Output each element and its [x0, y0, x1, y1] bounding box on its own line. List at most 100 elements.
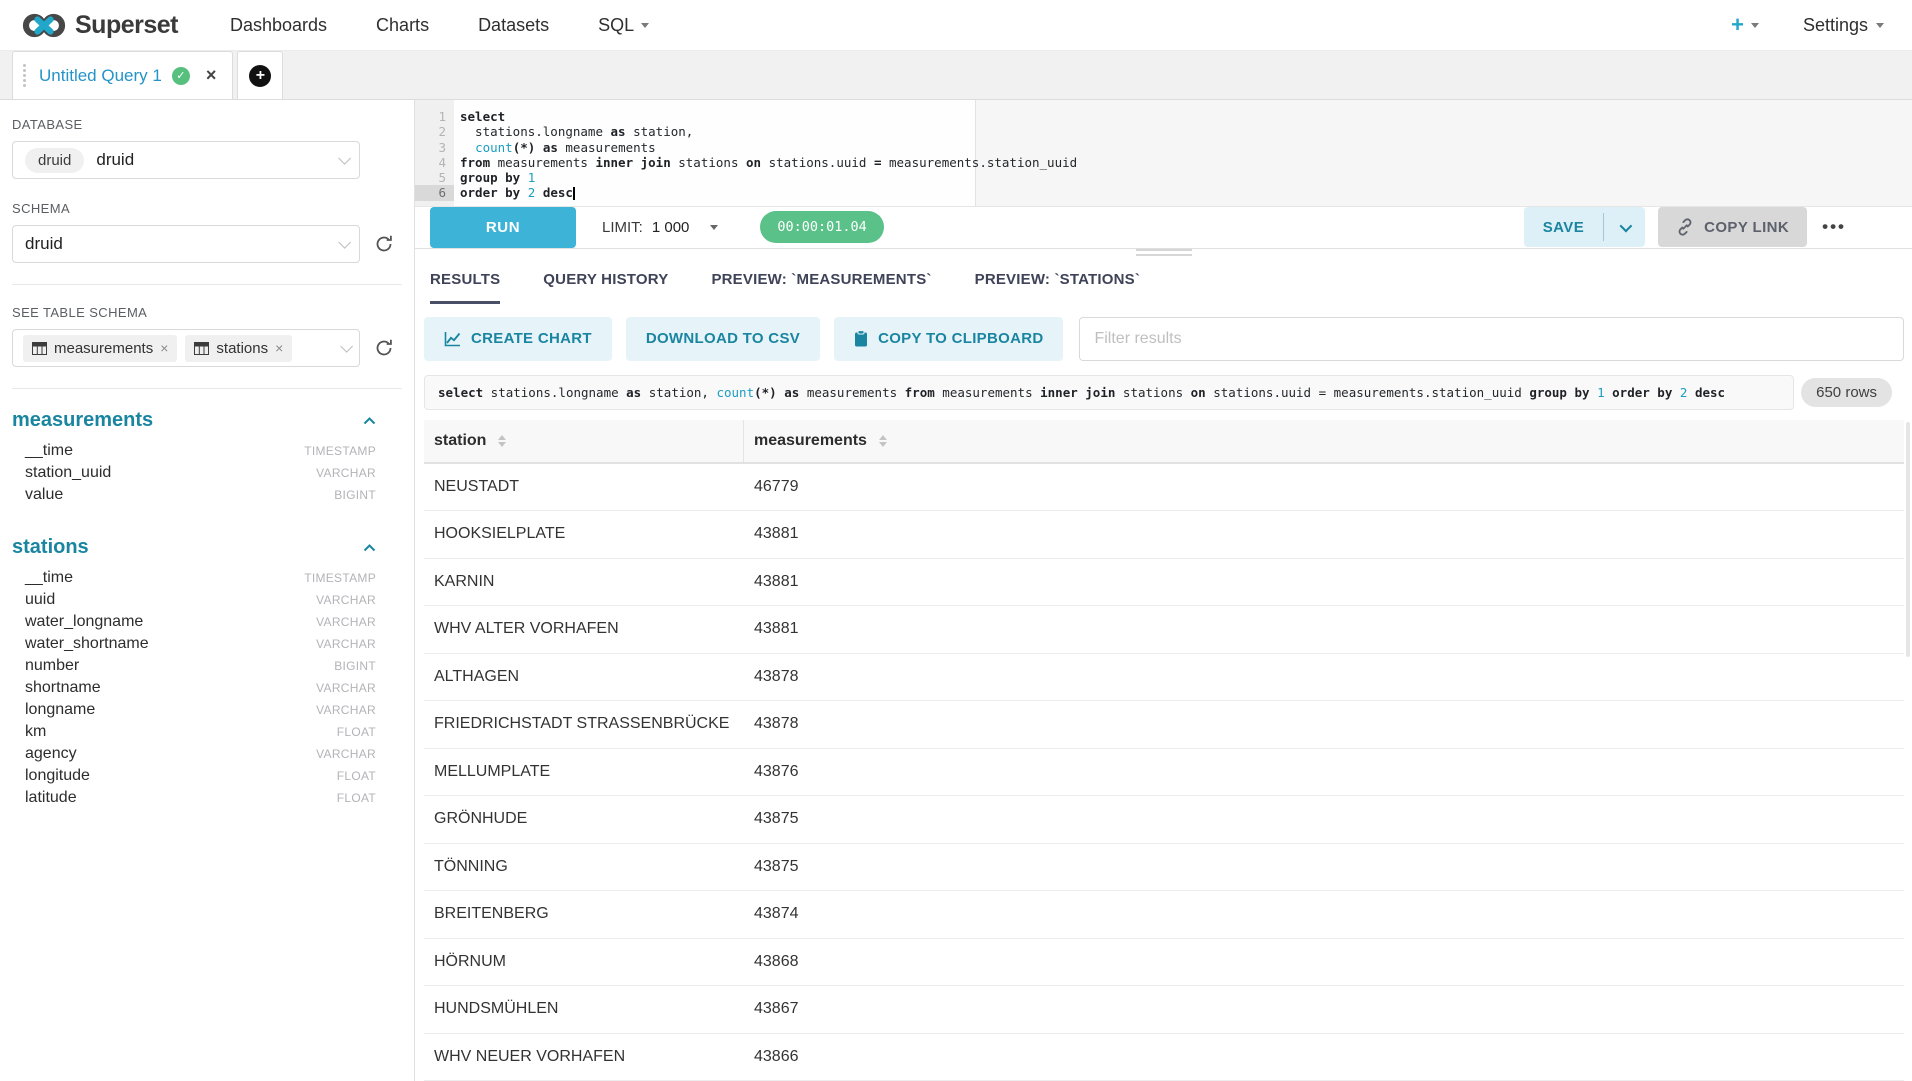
chart-icon [444, 331, 461, 347]
refresh-schema-icon[interactable] [374, 234, 394, 254]
nav-item-dashboards[interactable]: Dashboards [230, 15, 327, 36]
table-row: MELLUMPLATE43876 [424, 749, 1904, 797]
sort-icon[interactable] [879, 435, 887, 447]
download-csv-button[interactable]: DOWNLOAD TO CSV [626, 317, 820, 361]
run-button[interactable]: RUN [430, 207, 576, 248]
chip-label: stations [216, 340, 268, 357]
query-tab-label: Untitled Query 1 [39, 66, 162, 86]
tab-preview-stations[interactable]: PREVIEW: `STATIONS` [975, 258, 1140, 304]
schema-column: kmFLOAT [12, 721, 414, 743]
copy-to-clipboard-button[interactable]: COPY TO CLIPBOARD [834, 317, 1063, 361]
schema-label: SCHEMA [12, 201, 414, 216]
schema-select[interactable]: druid [12, 225, 360, 263]
results-actions-row: CREATE CHART DOWNLOAD TO CSV COPY TO CLI… [424, 317, 1904, 361]
close-tab-icon[interactable]: × [206, 65, 217, 86]
table-row: GRÖNHUDE43875 [424, 796, 1904, 844]
chevron-down-icon [340, 340, 353, 353]
save-options-button[interactable] [1604, 207, 1645, 247]
column-header-measurements[interactable]: measurements [744, 420, 1904, 462]
chevron-down-icon [1876, 23, 1884, 28]
collapse-section-icon[interactable] [363, 544, 376, 552]
top-nav: Superset Dashboards Charts Datasets SQL … [0, 0, 1912, 51]
collapse-section-icon[interactable] [363, 417, 376, 425]
limit-label: LIMIT: [602, 219, 643, 236]
tab-preview-measurements[interactable]: PREVIEW: `MEASUREMENTS` [711, 258, 931, 304]
sql-code[interactable]: select stations.longname as station, cou… [454, 100, 1077, 206]
sort-icon[interactable] [498, 435, 506, 447]
link-icon [1676, 218, 1694, 236]
settings-menu[interactable]: Settings [1803, 15, 1884, 36]
caret-down-icon [710, 225, 718, 230]
see-table-schema-label: SEE TABLE SCHEMA [12, 305, 414, 320]
nav-item-charts[interactable]: Charts [376, 15, 429, 36]
table-row: HÖRNUM43868 [424, 939, 1904, 987]
create-chart-button[interactable]: CREATE CHART [424, 317, 612, 361]
filter-results-input[interactable] [1079, 317, 1904, 361]
limit-dropdown[interactable]: LIMIT: 1 000 [602, 219, 718, 236]
clipboard-icon [854, 330, 868, 347]
schema-column: numberBIGINT [12, 655, 414, 677]
divider [12, 284, 402, 285]
schema-column: uuidVARCHAR [12, 589, 414, 611]
chevron-down-icon [1751, 23, 1759, 28]
remove-chip-icon[interactable]: × [160, 340, 168, 356]
database-select[interactable]: druid druid [12, 141, 360, 179]
table-row: HOOKSIELPLATE43881 [424, 511, 1904, 559]
brand-name: Superset [75, 11, 178, 40]
nav-item-datasets[interactable]: Datasets [478, 15, 549, 36]
table-row: HUNDSMÜHLEN43867 [424, 986, 1904, 1034]
drag-handle-icon[interactable] [23, 74, 26, 77]
tab-query-history[interactable]: QUERY HISTORY [543, 258, 668, 304]
schema-column: longitudeFLOAT [12, 765, 414, 787]
schema-column: water_shortnameVARCHAR [12, 633, 414, 655]
schema-value: druid [25, 234, 63, 254]
superset-logo[interactable]: Superset [22, 10, 178, 41]
tab-untitled-query-1[interactable]: Untitled Query 1 ✓ × [12, 51, 233, 99]
chip-label: measurements [54, 340, 153, 357]
table-chip-stations[interactable]: stations × [185, 335, 292, 362]
table-row: KARNIN43881 [424, 559, 1904, 607]
database-label: DATABASE [12, 117, 414, 132]
table-row: ALTHAGEN43878 [424, 654, 1904, 702]
scrollbar-thumb[interactable] [1906, 422, 1910, 657]
table-schema-select[interactable]: measurements × stations × [12, 329, 360, 367]
table-row: NEUSTADT46779 [424, 464, 1904, 512]
copy-link-button[interactable]: COPY LINK [1658, 207, 1807, 247]
table-chip-measurements[interactable]: measurements × [23, 335, 177, 362]
new-item-button[interactable]: + [1731, 12, 1759, 38]
text-cursor [573, 187, 575, 200]
table-row: FRIEDRICHSTADT STRASSENBRÜCKE43878 [424, 701, 1904, 749]
table-title[interactable]: measurements [12, 409, 153, 432]
sql-editor[interactable]: 1 2 3 4 5 6 select stations.longname as … [415, 100, 1912, 207]
table-row: BREITENBERG43874 [424, 891, 1904, 939]
nav-item-sql[interactable]: SQL [598, 15, 649, 36]
schema-column: longnameVARCHAR [12, 699, 414, 721]
limit-value: 1 000 [652, 219, 690, 236]
chevron-down-icon [338, 236, 351, 249]
table-row: WHV NEUER VORHAFEN43866 [424, 1034, 1904, 1081]
save-button[interactable]: SAVE [1524, 207, 1603, 247]
column-header-station[interactable]: station [424, 420, 744, 462]
results-table-header: station measurements [424, 420, 1904, 464]
schema-column: station_uuidVARCHAR [12, 462, 414, 484]
table-icon [32, 342, 47, 355]
chevron-down-icon [1620, 219, 1633, 232]
schema-column: __timeTIMESTAMP [12, 567, 414, 589]
tab-results[interactable]: RESULTS [430, 258, 500, 304]
editor-gutter: 1 2 3 4 5 6 [415, 100, 454, 206]
remove-chip-icon[interactable]: × [275, 340, 283, 356]
pane-resize-handle[interactable] [415, 249, 1912, 256]
table-title[interactable]: stations [12, 536, 89, 559]
more-actions-button[interactable]: ••• [1822, 217, 1846, 237]
table-icon [194, 342, 209, 355]
divider [12, 388, 402, 389]
save-split-button: SAVE [1524, 207, 1645, 247]
schema-browser-sidebar: DATABASE druid druid SCHEMA druid SEE TA [0, 100, 415, 1081]
query-timer-badge: 00:00:01.04 [760, 211, 883, 243]
chevron-down-icon [641, 23, 649, 28]
refresh-tables-icon[interactable] [374, 338, 394, 358]
results-table: station measurements NEUSTADT46779 HOOKS… [424, 420, 1904, 1081]
table-row: WHV ALTER VORHAFEN43881 [424, 606, 1904, 654]
table-row: TÖNNING43875 [424, 844, 1904, 892]
new-query-tab-button[interactable]: + [237, 51, 283, 99]
